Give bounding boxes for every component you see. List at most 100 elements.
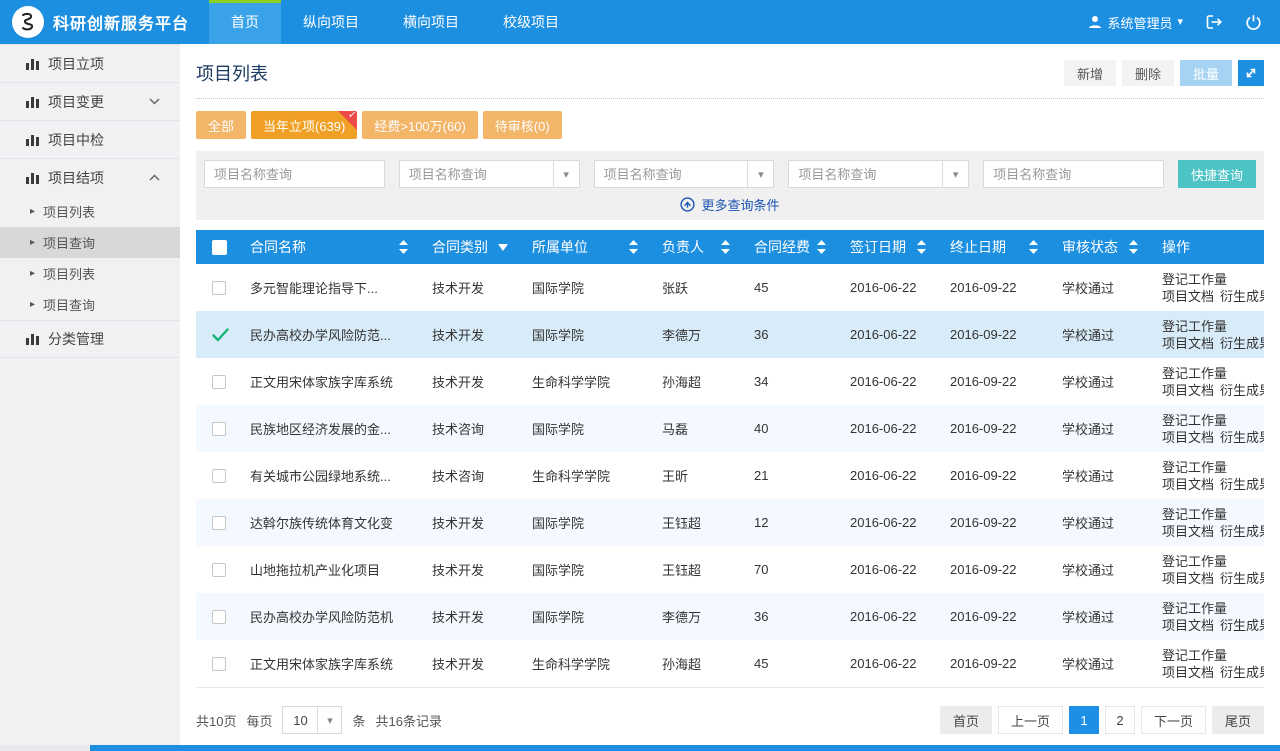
column-header-合同名称[interactable]: 合同名称 <box>240 237 422 257</box>
table-row[interactable]: 有关城市公园绿地系统... 技术咨询 生命科学学院 王昕 21 2016-06-… <box>196 452 1264 499</box>
quick-search-button[interactable]: 快捷查询 <box>1178 160 1256 188</box>
filter-tab-待审核(0)[interactable]: 待审核(0) <box>483 111 562 139</box>
op-link-项目文档[interactable]: 项目文档 <box>1162 430 1214 445</box>
field-dropdown-caret-icon[interactable]: ▾ <box>942 161 968 187</box>
sort-icon[interactable] <box>721 240 730 254</box>
selected-check-icon[interactable] <box>212 328 229 342</box>
op-link-项目文档[interactable]: 项目文档 <box>1162 571 1214 586</box>
op-link-登记工作量[interactable]: 登记工作量 <box>1162 366 1227 381</box>
batch-button[interactable]: 批量 <box>1180 60 1232 86</box>
column-header-负责人[interactable]: 负责人 <box>652 237 744 257</box>
sidebar-item-项目结项[interactable]: 项目结项 <box>0 158 180 196</box>
op-link-登记工作量[interactable]: 登记工作量 <box>1162 601 1227 616</box>
select-all-checkbox[interactable] <box>212 240 227 255</box>
column-header-合同经费[interactable]: 合同经费 <box>744 237 840 257</box>
sidebar-subitem-项目列表[interactable]: ▸ 项目列表 <box>0 196 180 227</box>
sort-icon[interactable] <box>399 240 408 254</box>
row-checkbox[interactable] <box>212 657 226 671</box>
op-link-登记工作量[interactable]: 登记工作量 <box>1162 648 1227 663</box>
pagination-button-尾页[interactable]: 尾页 <box>1212 706 1264 734</box>
row-checkbox[interactable] <box>212 610 226 624</box>
column-header-审核状态[interactable]: 审核状态 <box>1052 237 1152 257</box>
filter-caret-icon[interactable] <box>498 244 508 251</box>
column-header-合同类别[interactable]: 合同类别 <box>422 237 522 257</box>
search-input-1[interactable] <box>204 160 385 188</box>
op-link-登记工作量[interactable]: 登记工作量 <box>1162 507 1227 522</box>
pagination-button-1[interactable]: 1 <box>1069 706 1099 734</box>
table-row[interactable]: 民办高校办学风险防范... 技术开发 国际学院 李德万 36 2016-06-2… <box>196 311 1264 358</box>
filter-tab-当年立项(639)[interactable]: 当年立项(639)✓ <box>251 111 357 139</box>
column-header-所属单位[interactable]: 所属单位 <box>522 237 652 257</box>
row-checkbox[interactable] <box>212 281 226 295</box>
op-link-登记工作量[interactable]: 登记工作量 <box>1162 460 1227 475</box>
op-link-登记工作量[interactable]: 登记工作量 <box>1162 319 1227 334</box>
pagination-button-首页[interactable]: 首页 <box>940 706 992 734</box>
op-link-衍生成果[interactable]: 衍生成果 <box>1220 665 1264 680</box>
field-dropdown-caret-icon[interactable]: ▾ <box>747 161 773 187</box>
op-link-项目文档[interactable]: 项目文档 <box>1162 383 1214 398</box>
delete-button[interactable]: 删除 <box>1122 60 1174 86</box>
op-link-衍生成果[interactable]: 衍生成果 <box>1220 571 1264 586</box>
sidebar-item-分类管理[interactable]: 分类管理 <box>0 320 180 358</box>
table-row[interactable]: 正文用宋体家族字库系统 技术开发 生命科学学院 孙海超 34 2016-06-2… <box>196 358 1264 405</box>
op-link-项目文档[interactable]: 项目文档 <box>1162 618 1214 633</box>
sort-icon[interactable] <box>817 240 826 254</box>
exit-icon[interactable] <box>1205 13 1223 31</box>
nav-tab-纵向项目[interactable]: 纵向项目 <box>281 0 381 44</box>
table-row[interactable]: 正文用宋体家族字库系统 技术开发 生命科学学院 孙海超 45 2016-06-2… <box>196 640 1264 687</box>
row-checkbox[interactable] <box>212 563 226 577</box>
power-icon[interactable] <box>1245 14 1262 31</box>
op-link-衍生成果[interactable]: 衍生成果 <box>1220 289 1264 304</box>
field-dropdown-caret-icon[interactable]: ▾ <box>553 161 579 187</box>
sort-icon[interactable] <box>917 240 926 254</box>
op-link-衍生成果[interactable]: 衍生成果 <box>1220 477 1264 492</box>
column-header-操作[interactable]: 操作 <box>1152 239 1264 256</box>
column-header-签订日期[interactable]: 签订日期 <box>840 237 940 257</box>
op-link-衍生成果[interactable]: 衍生成果 <box>1220 524 1264 539</box>
op-link-项目文档[interactable]: 项目文档 <box>1162 336 1214 351</box>
sort-icon[interactable] <box>629 240 638 254</box>
pagination-button-上一页[interactable]: 上一页 <box>998 706 1063 734</box>
row-checkbox[interactable] <box>212 375 226 389</box>
sidebar-item-项目变更[interactable]: 项目变更 <box>0 82 180 120</box>
op-link-登记工作量[interactable]: 登记工作量 <box>1162 554 1227 569</box>
pagination-button-下一页[interactable]: 下一页 <box>1141 706 1206 734</box>
table-row[interactable]: 达斡尔族传统体育文化变 技术开发 国际学院 王钰超 12 2016-06-22 … <box>196 499 1264 546</box>
column-header-终止日期[interactable]: 终止日期 <box>940 237 1052 257</box>
table-row[interactable]: 民族地区经济发展的金... 技术咨询 国际学院 马磊 40 2016-06-22… <box>196 405 1264 452</box>
nav-tab-横向项目[interactable]: 横向项目 <box>381 0 481 44</box>
sidebar-subitem-项目列表[interactable]: ▸ 项目列表 <box>0 258 180 289</box>
sidebar-subitem-项目查询[interactable]: ▸ 项目查询 <box>0 289 180 320</box>
row-checkbox[interactable] <box>212 469 226 483</box>
op-link-项目文档[interactable]: 项目文档 <box>1162 524 1214 539</box>
pagination-button-2[interactable]: 2 <box>1105 706 1135 734</box>
user-menu[interactable]: 系统管理员 ▾ <box>1088 13 1183 32</box>
more-conditions-link[interactable]: 更多查询条件 <box>204 195 1256 214</box>
table-row[interactable]: 山地拖拉机产业化项目 技术开发 国际学院 王钰超 70 2016-06-22 2… <box>196 546 1264 593</box>
row-checkbox[interactable] <box>212 516 226 530</box>
table-row[interactable]: 民办高校办学风险防范机 技术开发 国际学院 李德万 36 2016-06-22 … <box>196 593 1264 640</box>
sidebar-item-项目中检[interactable]: 项目中检 <box>0 120 180 158</box>
op-link-衍生成果[interactable]: 衍生成果 <box>1220 618 1264 633</box>
op-link-衍生成果[interactable]: 衍生成果 <box>1220 383 1264 398</box>
op-link-项目文档[interactable]: 项目文档 <box>1162 477 1214 492</box>
sidebar-subitem-项目查询[interactable]: ▸ 项目查询 <box>0 227 180 258</box>
op-link-项目文档[interactable]: 项目文档 <box>1162 289 1214 304</box>
op-link-衍生成果[interactable]: 衍生成果 <box>1220 430 1264 445</box>
expand-button[interactable] <box>1238 60 1264 86</box>
filter-tab-经费>100万(60)[interactable]: 经费>100万(60) <box>362 111 477 139</box>
nav-tab-校级项目[interactable]: 校级项目 <box>481 0 581 44</box>
filter-tab-全部[interactable]: 全部 <box>196 111 246 139</box>
op-link-登记工作量[interactable]: 登记工作量 <box>1162 272 1227 287</box>
op-link-衍生成果[interactable]: 衍生成果 <box>1220 336 1264 351</box>
sort-icon[interactable] <box>1029 240 1038 254</box>
sort-icon[interactable] <box>1129 240 1138 254</box>
per-page-select[interactable]: 10 ▾ <box>282 706 342 734</box>
op-link-登记工作量[interactable]: 登记工作量 <box>1162 413 1227 428</box>
add-button[interactable]: 新增 <box>1064 60 1116 86</box>
table-row[interactable]: 多元智能理论指导下... 技术开发 国际学院 张跃 45 2016-06-22 … <box>196 264 1264 311</box>
sidebar-item-项目立项[interactable]: 项目立项 <box>0 44 180 82</box>
nav-tab-首页[interactable]: 首页 <box>209 0 281 44</box>
op-link-项目文档[interactable]: 项目文档 <box>1162 665 1214 680</box>
search-input-5[interactable] <box>983 160 1164 188</box>
